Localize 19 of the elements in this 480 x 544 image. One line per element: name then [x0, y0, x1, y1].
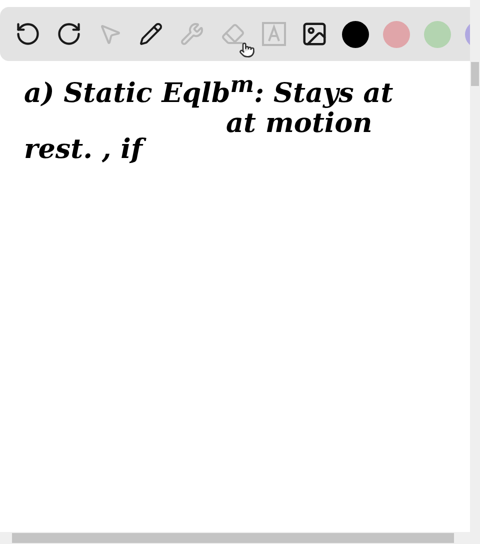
image-icon — [301, 20, 328, 48]
text-box-icon — [260, 21, 286, 47]
horizontal-scrollbar[interactable] — [0, 532, 480, 544]
undo-button[interactable] — [14, 20, 41, 48]
handwritten-note: a) Static Eqlb$^{m}$: Stays at — [24, 72, 394, 109]
pen-icon — [138, 22, 162, 46]
handwritten-note: at motion — [226, 108, 372, 139]
image-button[interactable] — [301, 20, 328, 48]
eraser-icon — [220, 22, 244, 46]
color-swatch[interactable] — [383, 20, 410, 48]
pen-button[interactable] — [137, 20, 164, 48]
color-swatch[interactable] — [424, 20, 451, 48]
hand-cursor-icon — [239, 42, 255, 58]
redo-button[interactable] — [55, 20, 82, 48]
color-swatch[interactable] — [342, 20, 369, 48]
tools-icon — [180, 22, 204, 46]
undo-icon — [14, 21, 40, 47]
vertical-scrollbar[interactable] — [470, 0, 480, 532]
redo-icon — [56, 21, 82, 47]
